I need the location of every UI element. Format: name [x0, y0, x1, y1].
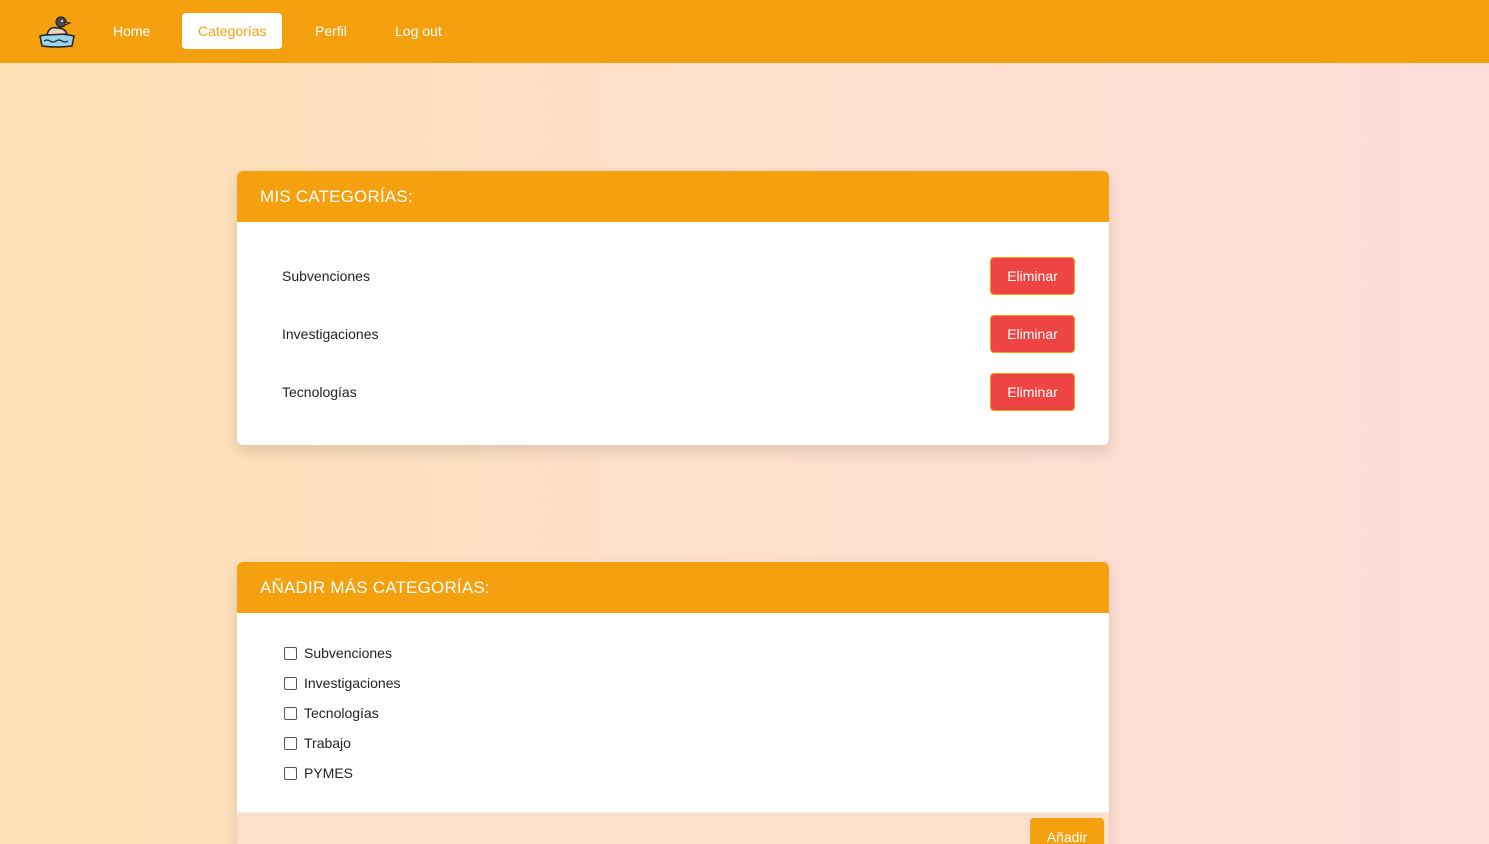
- category-option[interactable]: Investigaciones: [284, 673, 401, 693]
- my-categories-card: MIS CATEGORÍAS: Subvenciones Eliminar In…: [237, 171, 1109, 445]
- category-option-label: Trabajo: [304, 735, 351, 751]
- category-row: Tecnologías Eliminar: [237, 373, 1109, 411]
- add-categories-card: AÑADIR MÁS CATEGORÍAS: Subvenciones Inve…: [237, 562, 1109, 844]
- category-option[interactable]: Subvenciones: [284, 643, 392, 663]
- delete-button[interactable]: Eliminar: [990, 315, 1075, 353]
- category-row: Investigaciones Eliminar: [237, 315, 1109, 353]
- category-name: Subvenciones: [282, 268, 370, 284]
- category-name: Investigaciones: [282, 326, 379, 342]
- duck-logo-icon[interactable]: [39, 14, 75, 48]
- category-checkbox[interactable]: [284, 706, 297, 720]
- my-categories-title: MIS CATEGORÍAS:: [237, 171, 1109, 222]
- category-option[interactable]: Trabajo: [284, 733, 351, 753]
- category-option-label: PYMES: [304, 765, 354, 781]
- nav-link-home[interactable]: Home: [97, 13, 166, 49]
- add-button[interactable]: Añadir: [1030, 818, 1104, 844]
- delete-button[interactable]: Eliminar: [990, 373, 1075, 411]
- add-categories-title: AÑADIR MÁS CATEGORÍAS:: [237, 562, 1109, 613]
- category-option-label: Subvenciones: [304, 645, 392, 661]
- category-checkbox[interactable]: [284, 766, 297, 780]
- nav-link-perfil[interactable]: Perfil: [299, 13, 363, 49]
- category-option-label: Tecnologías: [304, 705, 379, 721]
- nav-link-categorias[interactable]: Categorías: [182, 13, 283, 49]
- category-checkbox[interactable]: [284, 676, 297, 690]
- top-navbar: Home Categorías Perfil Log out: [0, 0, 1489, 63]
- delete-button[interactable]: Eliminar: [990, 257, 1075, 295]
- nav-link-logout[interactable]: Log out: [379, 13, 458, 49]
- category-row: Subvenciones Eliminar: [237, 257, 1109, 295]
- category-option[interactable]: Tecnologías: [284, 703, 379, 723]
- category-checkbox[interactable]: [284, 646, 297, 660]
- category-option[interactable]: PYMES: [284, 763, 353, 783]
- add-categories-footer: Añadir: [237, 812, 1109, 844]
- category-name: Tecnologías: [282, 384, 357, 400]
- category-option-label: Investigaciones: [304, 675, 401, 691]
- category-checkbox[interactable]: [284, 736, 297, 750]
